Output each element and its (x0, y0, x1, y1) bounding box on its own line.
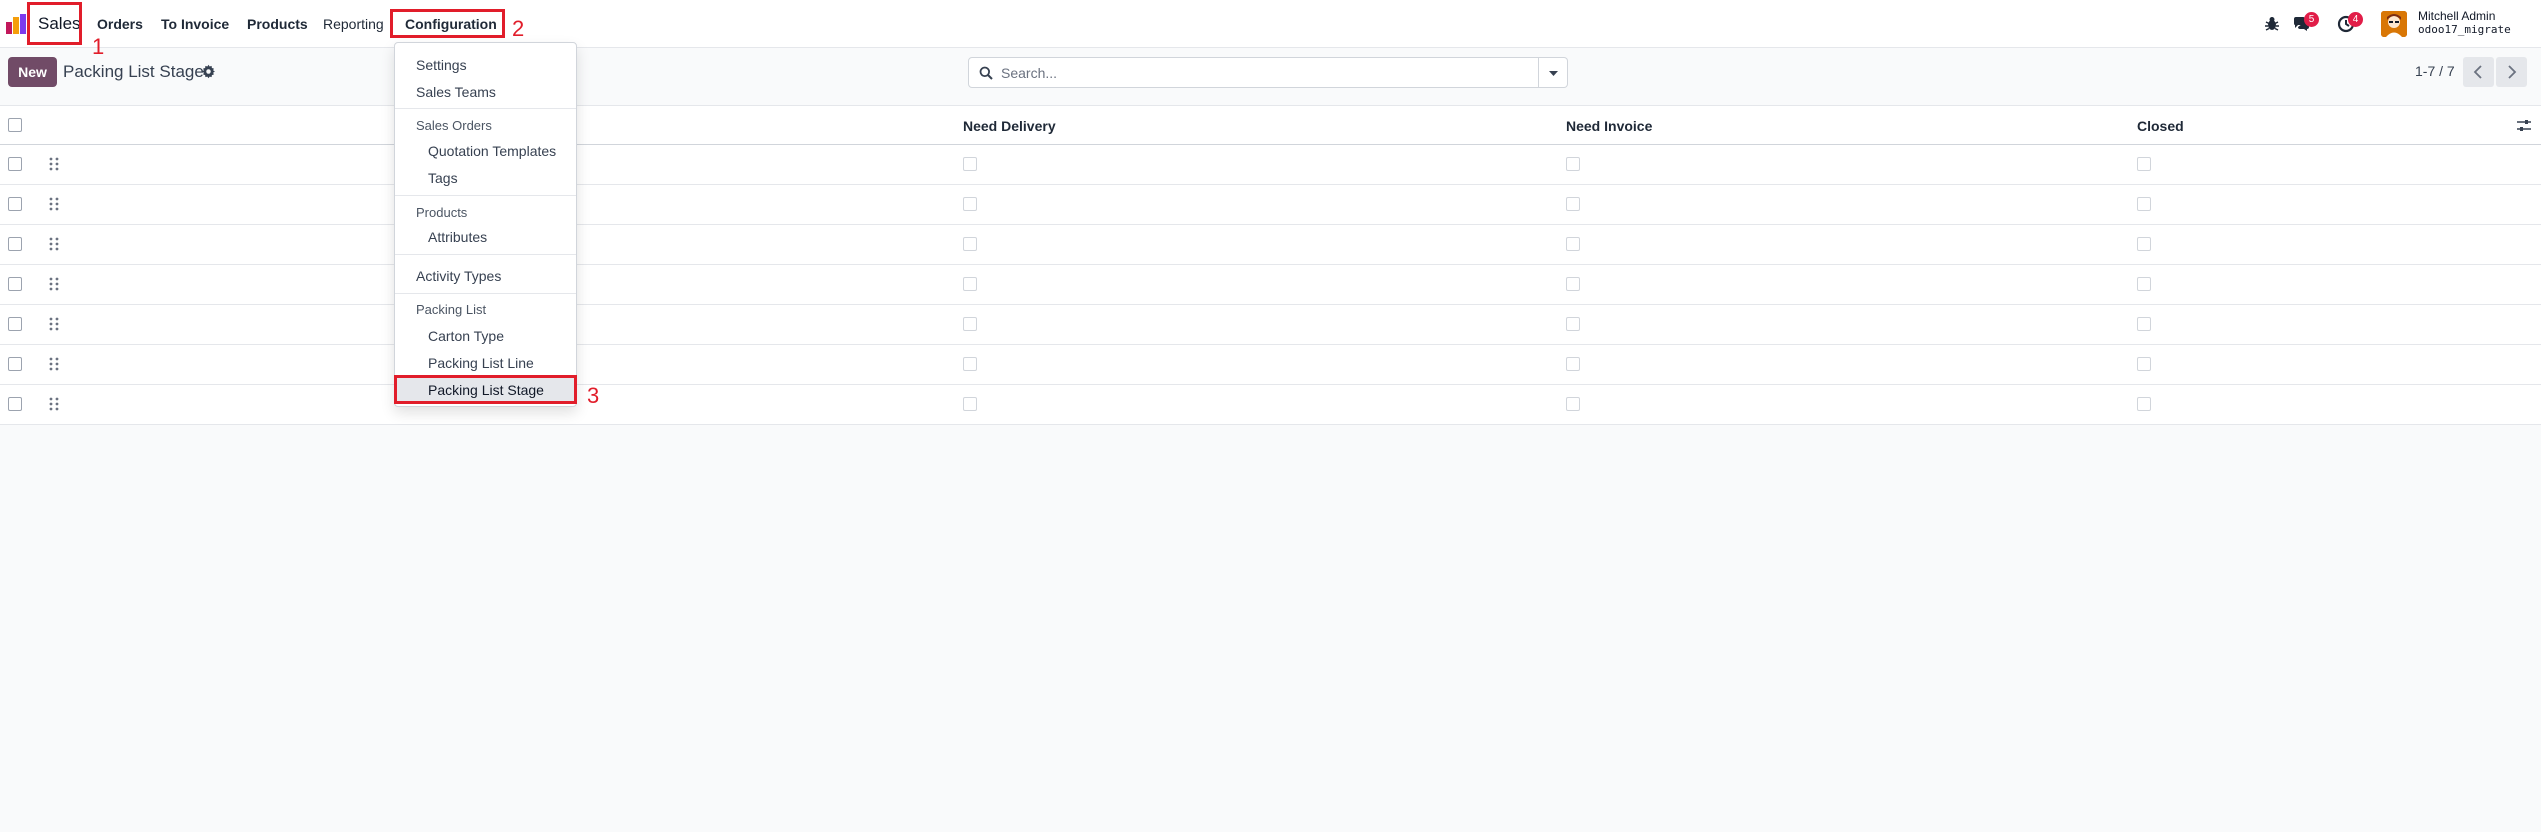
menu-to-invoice[interactable]: To Invoice (161, 14, 229, 34)
annotation-number-2: 2 (512, 16, 525, 41)
chevron-left-icon (2473, 65, 2482, 79)
dropdown-settings[interactable]: Settings (395, 53, 576, 77)
closed-checkbox[interactable] (2137, 357, 2151, 371)
optional-columns-icon[interactable] (2515, 117, 2533, 135)
list-body (0, 145, 2541, 425)
drag-handle-icon[interactable] (49, 357, 59, 371)
dropdown-section-products: Products (416, 205, 468, 220)
table-row[interactable] (0, 185, 2541, 225)
drag-handle-icon[interactable] (49, 317, 59, 331)
search-options-toggle[interactable] (1539, 57, 1568, 88)
need-invoice-checkbox[interactable] (1566, 397, 1580, 411)
dropdown-packing-list-line[interactable]: Packing List Line (395, 351, 576, 375)
pager-value[interactable]: 1-7 / 7 (2415, 63, 2455, 79)
annotation-number-3: 3 (587, 383, 600, 408)
table-row[interactable] (0, 305, 2541, 345)
need-delivery-checkbox[interactable] (963, 277, 977, 291)
menu-products[interactable]: Products (247, 14, 308, 34)
dropdown-section-sales-orders: Sales Orders (416, 118, 492, 133)
need-invoice-checkbox[interactable] (1566, 197, 1580, 211)
drag-handle-icon[interactable] (49, 157, 59, 171)
page-title: Packing List Stage (63, 62, 204, 81)
need-delivery-checkbox[interactable] (963, 317, 977, 331)
annotation-number-1: 1 (92, 34, 105, 59)
row-select-checkbox[interactable] (8, 157, 22, 171)
list-view: Need Delivery Need Invoice Closed (0, 105, 2541, 425)
drag-handle-icon[interactable] (49, 237, 59, 251)
row-select-checkbox[interactable] (8, 397, 22, 411)
search-input[interactable] (1001, 62, 1521, 84)
need-delivery-checkbox[interactable] (963, 357, 977, 371)
need-invoice-checkbox[interactable] (1566, 317, 1580, 331)
table-row[interactable] (0, 385, 2541, 425)
closed-checkbox[interactable] (2137, 197, 2151, 211)
dropdown-quotation-templates[interactable]: Quotation Templates (395, 139, 576, 163)
database-name: odoo17_migrate (2418, 23, 2511, 36)
annotation-box-3 (394, 375, 577, 404)
caret-down-icon (1549, 71, 1558, 76)
dropdown-divider (395, 108, 576, 109)
table-row[interactable] (0, 145, 2541, 185)
list-header: Need Delivery Need Invoice Closed (0, 105, 2541, 145)
chevron-right-icon (2508, 65, 2517, 79)
debug-bug-icon[interactable] (2263, 15, 2281, 33)
search-icon (979, 66, 993, 80)
menu-orders[interactable]: Orders (97, 14, 143, 34)
pager-next-button[interactable] (2496, 57, 2527, 87)
gear-icon[interactable] (201, 64, 216, 79)
sales-app-icon[interactable] (6, 14, 28, 34)
table-row[interactable] (0, 345, 2541, 385)
drag-handle-icon[interactable] (49, 197, 59, 211)
need-invoice-checkbox[interactable] (1566, 277, 1580, 291)
dropdown-divider (395, 254, 576, 255)
table-row[interactable] (0, 225, 2541, 265)
dropdown-divider (395, 293, 576, 294)
dropdown-attributes[interactable]: Attributes (395, 225, 576, 249)
drag-handle-icon[interactable] (49, 277, 59, 291)
need-invoice-checkbox[interactable] (1566, 157, 1580, 171)
table-row[interactable] (0, 265, 2541, 305)
row-select-checkbox[interactable] (8, 197, 22, 211)
need-delivery-checkbox[interactable] (963, 197, 977, 211)
closed-checkbox[interactable] (2137, 277, 2151, 291)
column-need-invoice[interactable]: Need Invoice (1566, 118, 1652, 134)
dropdown-section-packing-list: Packing List (416, 302, 487, 317)
need-invoice-checkbox[interactable] (1566, 237, 1580, 251)
menu-reporting[interactable]: Reporting (323, 14, 384, 34)
annotation-box-2 (390, 9, 505, 38)
dropdown-divider (395, 195, 576, 196)
search-bar (968, 57, 1539, 88)
closed-checkbox[interactable] (2137, 157, 2151, 171)
dropdown-carton-type[interactable]: Carton Type (395, 324, 576, 348)
drag-handle-icon[interactable] (49, 397, 59, 411)
user-name[interactable]: Mitchell Admin (2418, 9, 2495, 23)
new-button[interactable]: New (8, 57, 57, 87)
closed-checkbox[interactable] (2137, 237, 2151, 251)
row-select-checkbox[interactable] (8, 277, 22, 291)
activities-badge: 4 (2348, 12, 2363, 27)
need-delivery-checkbox[interactable] (963, 237, 977, 251)
dropdown-activity-types[interactable]: Activity Types (395, 264, 576, 288)
configuration-dropdown: Settings Sales Teams Sales Orders Quotat… (394, 42, 577, 407)
need-delivery-checkbox[interactable] (963, 397, 977, 411)
user-avatar[interactable] (2381, 11, 2407, 37)
select-all-checkbox[interactable] (8, 118, 22, 132)
row-select-checkbox[interactable] (8, 237, 22, 251)
closed-checkbox[interactable] (2137, 397, 2151, 411)
messages-badge: 5 (2304, 12, 2319, 27)
column-need-delivery[interactable]: Need Delivery (963, 118, 1056, 134)
top-navbar: Sales Orders To Invoice Products Reporti… (0, 0, 2541, 48)
closed-checkbox[interactable] (2137, 317, 2151, 331)
row-select-checkbox[interactable] (8, 317, 22, 331)
row-select-checkbox[interactable] (8, 357, 22, 371)
need-delivery-checkbox[interactable] (963, 157, 977, 171)
dropdown-sales-teams[interactable]: Sales Teams (395, 80, 576, 104)
need-invoice-checkbox[interactable] (1566, 357, 1580, 371)
pager-previous-button[interactable] (2463, 57, 2494, 87)
column-closed[interactable]: Closed (2137, 118, 2184, 134)
annotation-box-1 (27, 2, 82, 45)
dropdown-tags[interactable]: Tags (395, 166, 576, 190)
